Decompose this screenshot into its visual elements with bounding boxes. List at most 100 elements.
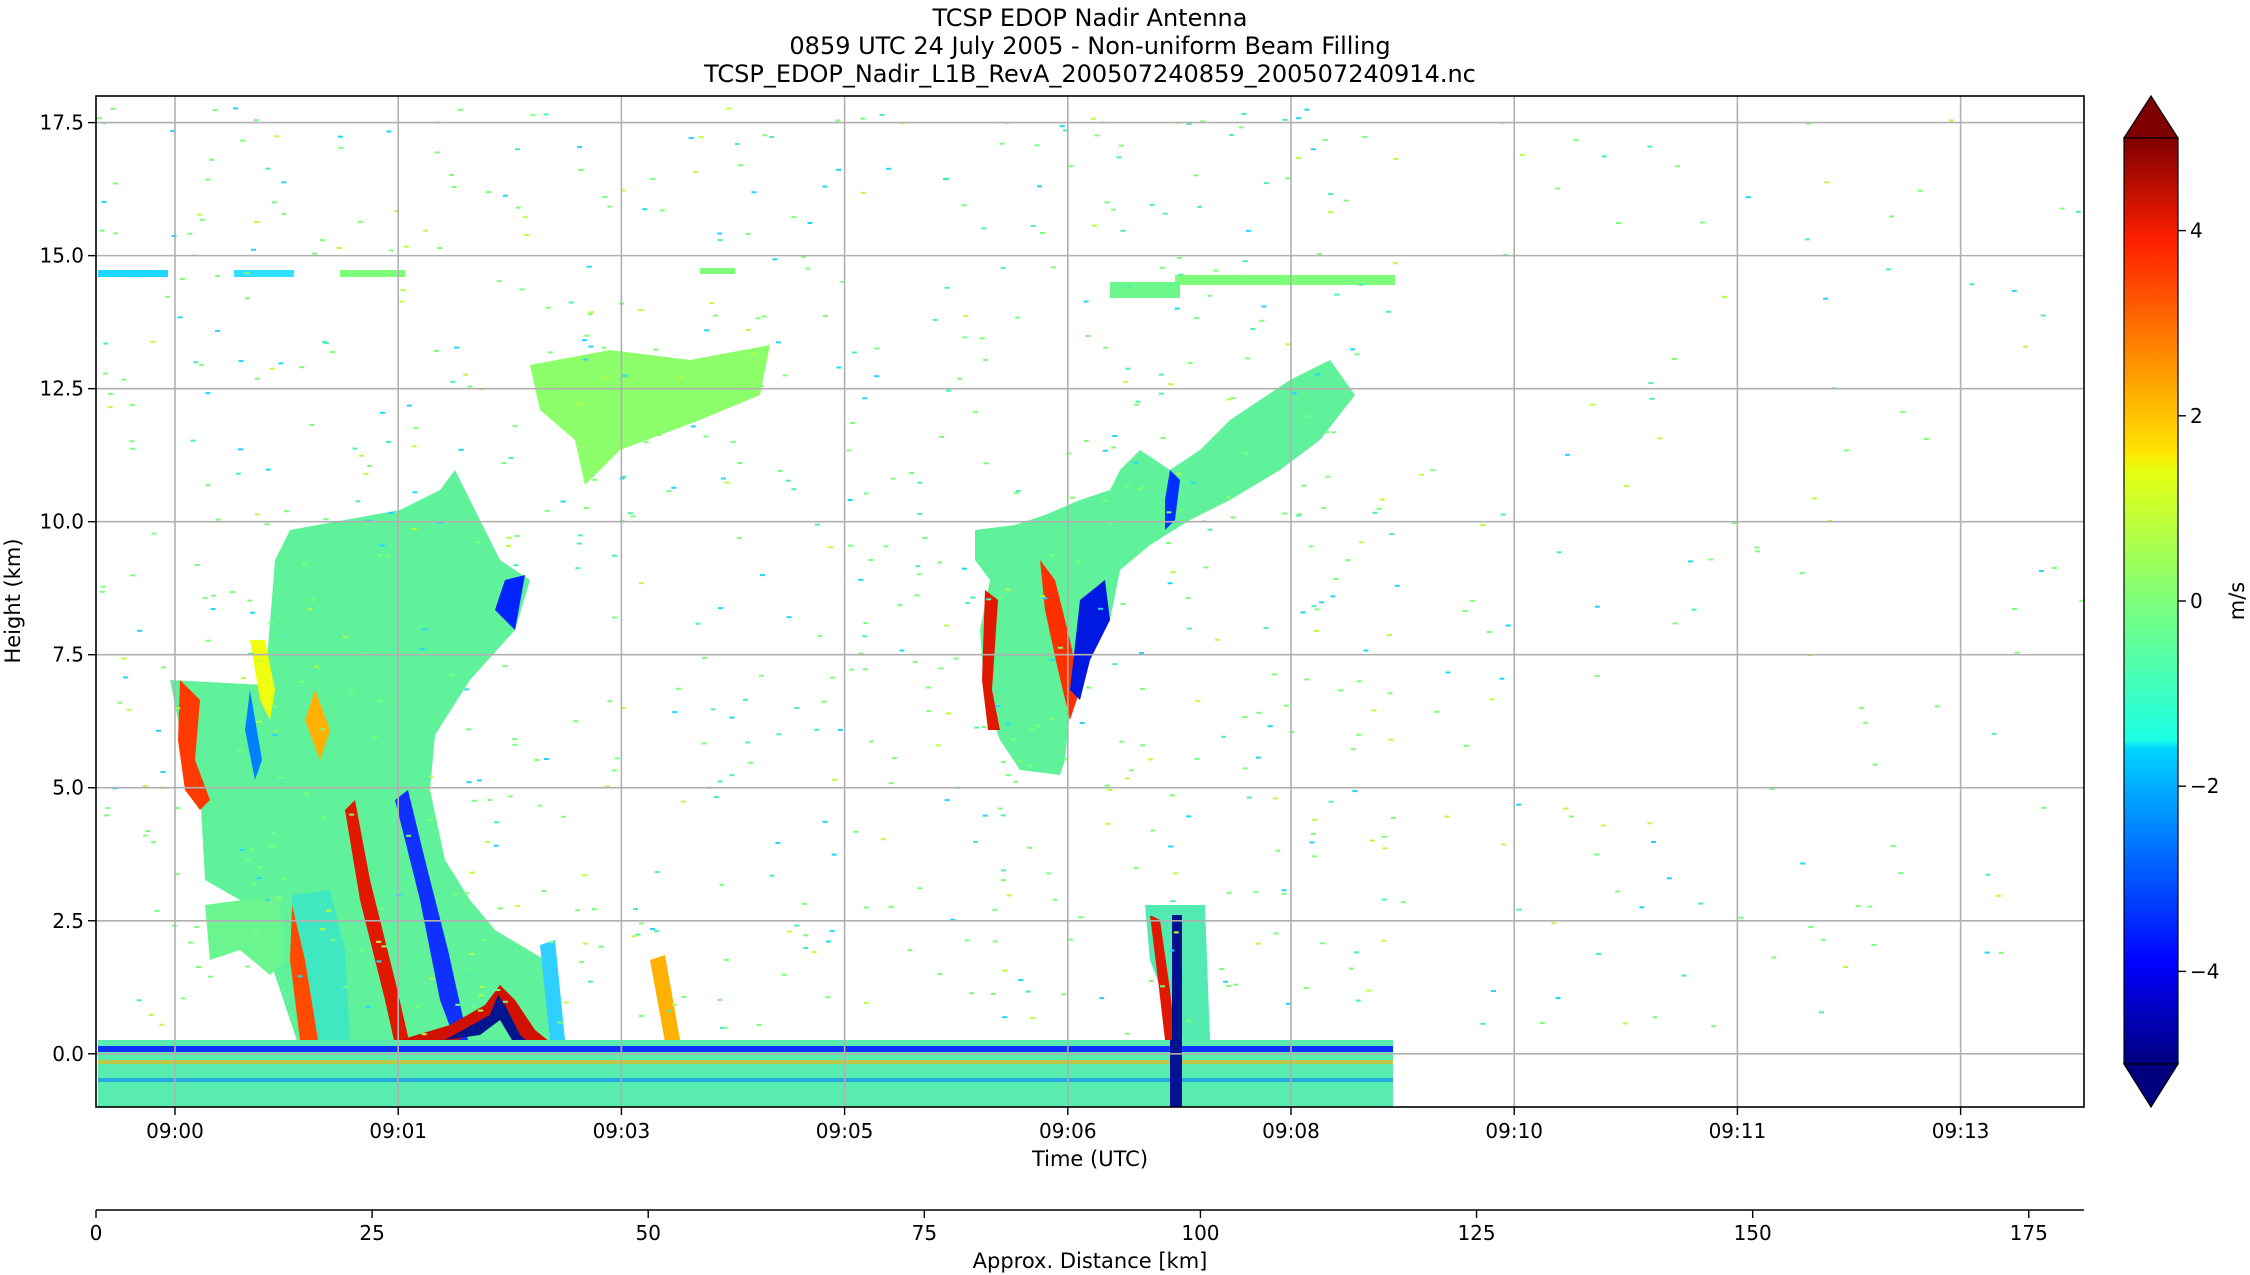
noise-speckle: [1330, 595, 1336, 598]
noise-speckle: [1551, 922, 1557, 925]
noise-speckle: [1017, 760, 1023, 763]
noise-speckle: [791, 216, 797, 219]
noise-speckle: [307, 608, 313, 611]
noise-speckle: [874, 375, 880, 378]
noise-speckle: [281, 635, 287, 638]
noise-speckle: [249, 848, 255, 851]
noise-speckle: [493, 844, 499, 847]
noise-speckle: [1285, 1002, 1291, 1005]
noise-speckle: [583, 507, 589, 509]
noise-speckle: [479, 986, 485, 989]
x-tick-label: 09:13: [1932, 1119, 1990, 1143]
noise-speckle: [1480, 1022, 1486, 1025]
noise-speckle: [1040, 595, 1045, 598]
noise-speckle: [608, 445, 613, 448]
noise-speckle: [1049, 717, 1055, 720]
noise-speckle: [1470, 599, 1476, 602]
noise-speckle: [485, 841, 491, 843]
noise-speckle: [1166, 511, 1172, 514]
noise-speckle: [1221, 735, 1227, 738]
x2-tick-label: 100: [1181, 1221, 1219, 1245]
noise-speckle: [1333, 578, 1339, 580]
noise-speckle: [403, 245, 409, 248]
noise-speckle: [1245, 357, 1250, 360]
noise-speckle: [575, 567, 581, 570]
noise-speckle: [1501, 843, 1507, 846]
noise-speckle: [946, 712, 951, 715]
noise-speckle: [1389, 532, 1395, 535]
noise-speckle: [1350, 348, 1356, 351]
noise-speckle: [1207, 528, 1213, 531]
noise-speckle: [2040, 314, 2046, 317]
noise-speckle: [1569, 815, 1574, 818]
noise-speckle: [513, 564, 519, 567]
noise-speckle: [1039, 232, 1045, 234]
noise-speckle: [180, 277, 185, 280]
noise-speckle: [545, 306, 551, 309]
noise-speckle: [1203, 566, 1209, 569]
noise-speckle: [917, 887, 923, 890]
noise-speckle: [1352, 790, 1358, 793]
x2-tick-label: 150: [1734, 1221, 1772, 1245]
colorbar-tick-label: 2: [2190, 404, 2203, 428]
noise-speckle: [1872, 763, 1878, 766]
noise-speckle: [251, 248, 256, 251]
noise-speckle: [939, 436, 945, 438]
noise-speckle: [2038, 570, 2044, 573]
noise-speckle: [1173, 931, 1179, 934]
x2-axis-label: Approx. Distance [km]: [973, 1249, 1208, 1273]
noise-speckle: [883, 545, 889, 548]
noise-speckle: [148, 1013, 154, 1016]
noise-speckle: [915, 565, 921, 568]
noise-speckle: [1124, 1032, 1130, 1035]
noise-speckle: [1823, 297, 1829, 300]
noise-speckle: [1376, 507, 1382, 510]
noise-speckle: [1193, 174, 1199, 177]
noise-speckle: [1489, 698, 1495, 701]
noise-speckle: [1174, 307, 1180, 310]
noise-speckle: [100, 585, 106, 588]
noise-speckle: [917, 481, 923, 484]
noise-speckle: [1027, 846, 1033, 849]
noise-speckle: [822, 820, 828, 823]
noise-speckle: [1030, 225, 1036, 227]
noise-speckle: [638, 582, 644, 585]
noise-speckle: [724, 958, 730, 961]
noise-speckle: [421, 1033, 427, 1036]
noise-speckle: [1028, 764, 1034, 767]
noise-speckle: [1116, 156, 1122, 159]
noise-speckle: [639, 1014, 645, 1017]
noise-speckle: [1687, 560, 1693, 563]
noise-speckle: [367, 986, 373, 989]
noise-speckle: [1030, 728, 1036, 731]
noise-speckle: [1243, 452, 1249, 455]
noise-speckle: [1250, 328, 1256, 330]
noise-speckle: [588, 345, 594, 348]
noise-speckle: [1573, 139, 1579, 142]
noise-speckle: [110, 107, 116, 110]
noise-speckle: [1499, 677, 1505, 680]
noise-speckle: [1296, 117, 1302, 120]
noise-speckle: [2014, 651, 2020, 654]
noise-speckle: [1213, 269, 1219, 272]
noise-speckle: [1363, 649, 1369, 652]
noise-speckle: [1295, 157, 1301, 159]
noise-speckle: [1900, 410, 1906, 413]
noise-speckle: [1010, 738, 1016, 741]
y-tick-label: 17.5: [39, 111, 84, 135]
noise-speckle: [690, 425, 696, 428]
noise-speckle: [1061, 993, 1067, 996]
noise-speckle: [412, 491, 418, 494]
noise-speckle: [502, 1000, 508, 1003]
noise-speckle: [1844, 449, 1849, 452]
noise-speckle: [1102, 499, 1108, 502]
noise-speckle: [860, 117, 866, 120]
noise-speckle: [961, 204, 967, 207]
noise-speckle: [1601, 155, 1607, 158]
noise-speckle: [1594, 675, 1600, 678]
noise-speckle: [938, 667, 944, 670]
noise-speckle: [451, 186, 457, 188]
noise-speckle: [1128, 769, 1134, 772]
noise-speckle: [508, 946, 514, 949]
noise-speckle: [836, 366, 842, 369]
